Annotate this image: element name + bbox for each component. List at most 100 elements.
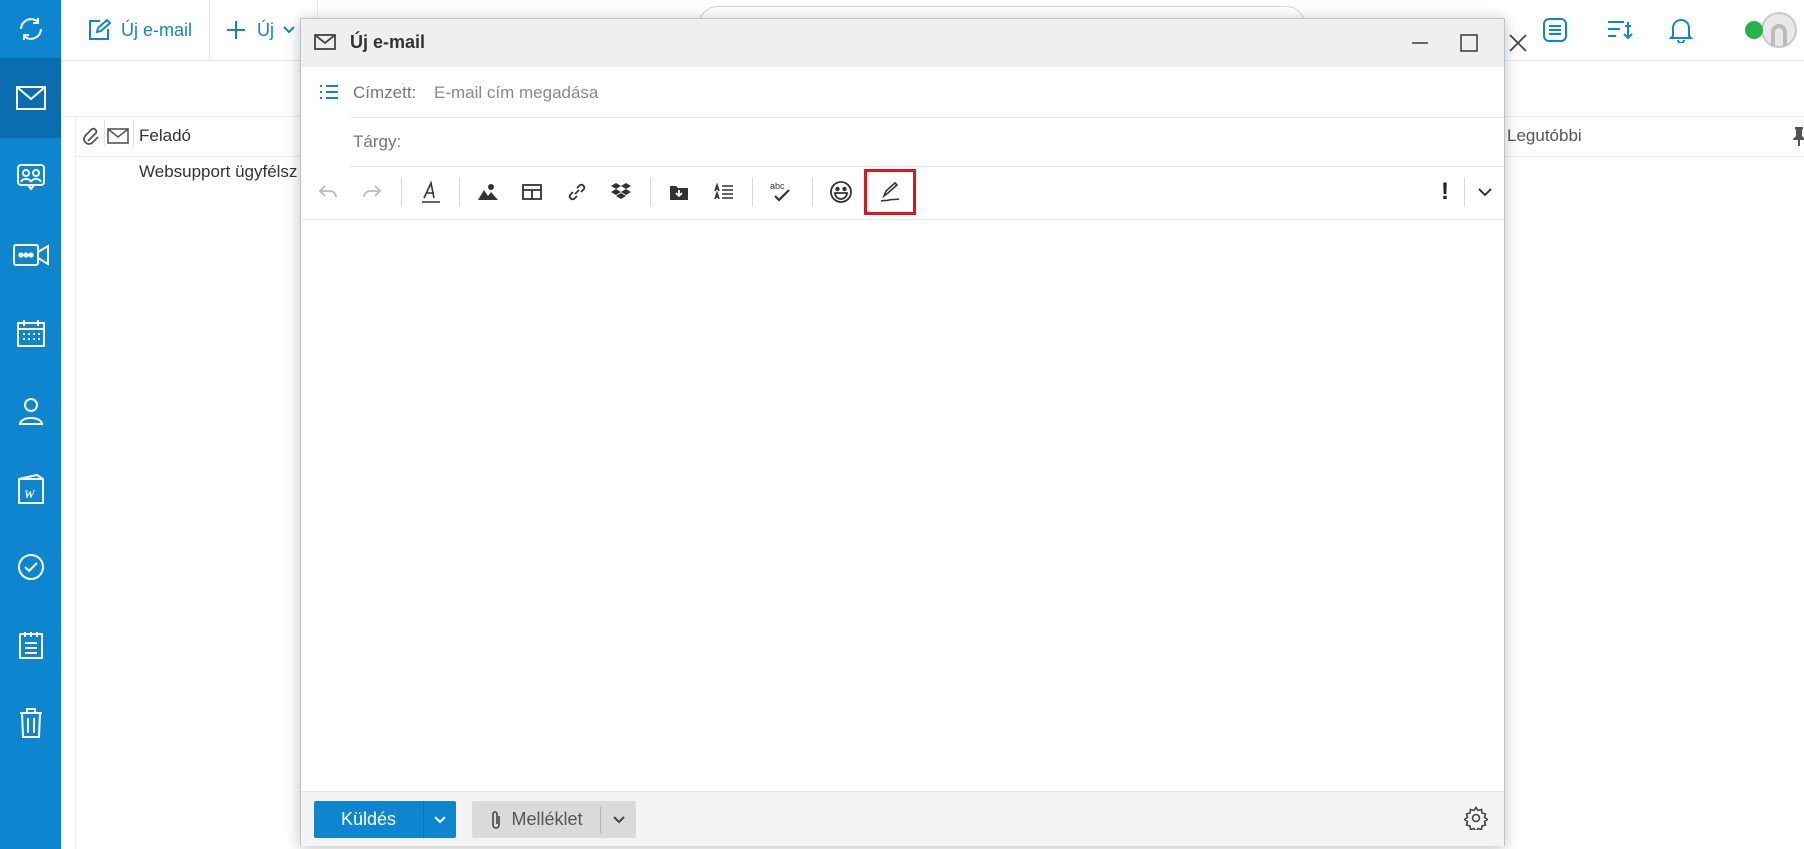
attachment-column-icon[interactable] bbox=[82, 116, 102, 156]
new-menu-label: Új bbox=[257, 19, 274, 40]
toolbar-divider bbox=[401, 178, 402, 206]
redo-button[interactable] bbox=[353, 173, 391, 211]
file-download-icon bbox=[670, 186, 688, 200]
undo-button[interactable] bbox=[309, 173, 347, 211]
sender-column-header[interactable]: Feladó bbox=[139, 116, 191, 156]
spellcheck-icon: abc bbox=[770, 181, 790, 202]
insert-link-button[interactable] bbox=[558, 173, 596, 211]
read-status-column-icon[interactable] bbox=[107, 116, 129, 156]
message-body-editor[interactable] bbox=[301, 220, 1504, 791]
formatting-toolbar: abc ! bbox=[301, 165, 1504, 220]
subject-field-row: Tárgy: bbox=[350, 118, 1504, 167]
column-divider bbox=[104, 120, 105, 146]
contacts-icon[interactable] bbox=[0, 138, 61, 216]
signature-pen-icon bbox=[880, 181, 900, 202]
tasks-icon[interactable] bbox=[0, 528, 61, 606]
svg-text:abc: abc bbox=[770, 181, 785, 191]
new-email-button[interactable]: Új e-mail bbox=[87, 0, 192, 60]
reading-pane-icon[interactable] bbox=[1542, 0, 1568, 60]
sync-icon[interactable] bbox=[0, 0, 61, 58]
templates-button[interactable] bbox=[705, 173, 743, 211]
minimize-icon bbox=[1412, 42, 1428, 44]
emoji-button[interactable] bbox=[822, 173, 860, 211]
attachment-main[interactable]: Melléklet bbox=[472, 809, 600, 830]
left-rail: W bbox=[0, 0, 61, 849]
person-icon[interactable] bbox=[0, 372, 61, 450]
priority-label: ! bbox=[1441, 178, 1449, 205]
toolbar-divider bbox=[650, 178, 651, 206]
maximize-icon bbox=[1460, 34, 1478, 52]
plus-icon bbox=[227, 21, 245, 39]
text-format-button[interactable] bbox=[412, 173, 450, 211]
chevron-down-icon bbox=[434, 815, 446, 823]
table-icon bbox=[522, 184, 542, 200]
maximize-button[interactable] bbox=[1452, 27, 1486, 59]
notifications-bell-icon[interactable] bbox=[1669, 0, 1693, 60]
compose-footer: Küldés Melléklet bbox=[301, 791, 1504, 846]
insert-table-button[interactable] bbox=[513, 173, 551, 211]
text-template-icon bbox=[714, 182, 733, 200]
toolbar-divider bbox=[1464, 178, 1465, 206]
mail-icon[interactable] bbox=[0, 58, 61, 138]
documents-icon[interactable]: W bbox=[0, 450, 61, 528]
attachment-label: Melléklet bbox=[511, 809, 583, 829]
message-row-sender[interactable]: Websupport ügyfélsz bbox=[139, 162, 297, 182]
address-book-icon[interactable] bbox=[319, 84, 339, 100]
redo-icon bbox=[363, 185, 382, 198]
chevron-down-icon bbox=[283, 26, 295, 34]
image-icon bbox=[478, 184, 498, 200]
send-options-dropdown[interactable] bbox=[424, 815, 456, 825]
toolbar-divider bbox=[752, 178, 753, 206]
emoji-icon bbox=[830, 181, 852, 203]
spellcheck-button[interactable]: abc bbox=[762, 173, 800, 211]
attachment-options-dropdown[interactable] bbox=[601, 815, 636, 825]
calendar-icon[interactable] bbox=[0, 294, 61, 372]
gear-icon bbox=[1464, 806, 1488, 830]
toolbar-divider bbox=[459, 178, 460, 206]
paperclip-icon bbox=[492, 810, 501, 829]
priority-button[interactable]: ! bbox=[1426, 173, 1464, 211]
compose-settings-button[interactable] bbox=[1464, 806, 1488, 830]
envelope-icon bbox=[314, 34, 336, 50]
sort-label: Legutóbbi bbox=[1507, 126, 1582, 145]
send-button[interactable]: Küldés bbox=[314, 801, 456, 838]
to-label: Címzett: bbox=[353, 83, 417, 102]
column-divider bbox=[133, 120, 134, 146]
close-icon bbox=[1509, 34, 1527, 52]
avatar[interactable] bbox=[1743, 0, 1799, 60]
trash-icon[interactable] bbox=[0, 684, 61, 762]
svg-text:W: W bbox=[24, 487, 36, 501]
list-divider bbox=[75, 116, 76, 849]
compose-title-bar[interactable]: Új e-mail bbox=[301, 19, 1527, 67]
attachment-button[interactable]: Melléklet bbox=[472, 801, 636, 838]
subject-label: Tárgy: bbox=[353, 132, 402, 151]
compose-icon bbox=[89, 18, 111, 40]
signature-button[interactable] bbox=[864, 169, 916, 215]
toolbar-divider bbox=[209, 0, 210, 60]
more-options-button[interactable] bbox=[1466, 173, 1504, 211]
to-input[interactable] bbox=[434, 77, 1434, 109]
chevron-down-icon bbox=[612, 815, 625, 823]
pin-icon[interactable] bbox=[1792, 116, 1804, 156]
send-label: Küldés bbox=[340, 809, 397, 829]
presence-status-icon bbox=[1745, 12, 1797, 48]
new-email-label: Új e-mail bbox=[121, 19, 193, 40]
undo-icon bbox=[318, 185, 337, 198]
chevron-down-icon bbox=[1478, 188, 1492, 197]
insert-file-button[interactable] bbox=[660, 173, 698, 211]
link-icon bbox=[568, 183, 586, 201]
video-call-icon[interactable] bbox=[0, 216, 61, 294]
text-format-icon bbox=[422, 180, 440, 203]
sort-filter-icon[interactable] bbox=[1606, 0, 1634, 60]
subject-input[interactable] bbox=[434, 126, 1434, 158]
close-button[interactable] bbox=[1501, 27, 1535, 59]
notes-icon[interactable] bbox=[0, 606, 61, 684]
dropbox-button[interactable] bbox=[602, 173, 640, 211]
to-field-row: Címzett: bbox=[350, 69, 1504, 118]
compose-window: Új e-mail Címzett: Tárgy: bbox=[300, 18, 1527, 846]
toolbar-divider bbox=[812, 178, 813, 206]
insert-image-button[interactable] bbox=[469, 173, 507, 211]
new-menu-button[interactable]: Új bbox=[225, 0, 296, 60]
compose-title: Új e-mail bbox=[350, 32, 426, 52]
minimize-button[interactable] bbox=[1403, 27, 1437, 59]
